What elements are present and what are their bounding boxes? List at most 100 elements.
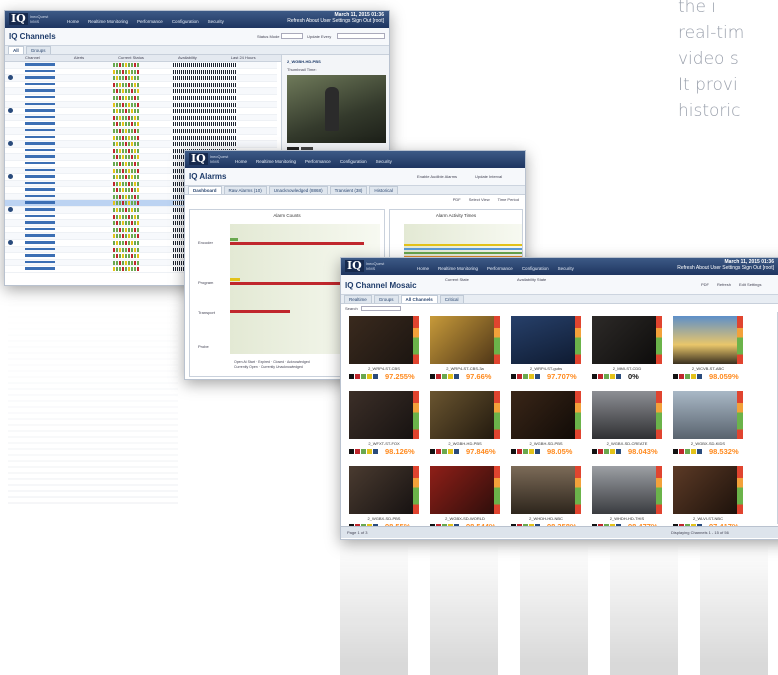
table-row[interactable] [5, 88, 277, 95]
channel-name[interactable] [25, 76, 55, 79]
channel-tile[interactable]: 2_WFXT-ST-FOX 98.126% [349, 391, 419, 456]
table-row[interactable] [5, 101, 277, 109]
table-row[interactable] [5, 114, 277, 122]
search-input[interactable] [360, 306, 401, 311]
sign-out-link[interactable]: Sign Out [root] [352, 18, 384, 24]
tab-groups[interactable]: Groups [25, 46, 51, 54]
channel-name[interactable] [25, 63, 55, 66]
channel-tile[interactable]: 2_WGBX-SD-CREATE 98.043% [592, 391, 662, 456]
refresh-link[interactable]: Refresh [287, 18, 305, 24]
enable-audible-checkbox[interactable]: Enable Audible Alarms [417, 174, 457, 179]
channel-tile[interactable]: 2_WHDH-HD-NBC98.358% [511, 466, 581, 531]
channel-thumbnail[interactable] [673, 391, 743, 439]
channel-tile[interactable]: 2_WGBH-SD-PBS 98.05% [511, 391, 581, 456]
table-row[interactable] [5, 82, 277, 89]
nav-security[interactable]: Security [208, 19, 224, 24]
table-row[interactable] [5, 62, 277, 69]
nav-performance[interactable]: Performance [137, 19, 163, 24]
channel-name[interactable] [25, 181, 55, 185]
channel-tile[interactable]: 2_MMI-ST-CDD 0% [592, 316, 662, 381]
channel-name[interactable] [25, 241, 55, 244]
channel-name[interactable] [25, 148, 55, 152]
status-mode-select[interactable] [281, 33, 303, 39]
tab-historical[interactable]: Historical [369, 186, 398, 194]
channel-name[interactable] [25, 142, 55, 145]
table-row[interactable] [5, 127, 277, 135]
channel-thumbnail[interactable] [430, 316, 500, 364]
channel-name[interactable] [25, 168, 55, 171]
tab-transient[interactable]: Transient (38) [329, 186, 368, 194]
channel-tile[interactable]: 2_WRP4-ST-gubs 97.707% [511, 316, 581, 381]
channel-name[interactable] [25, 161, 55, 165]
channel-thumbnail[interactable] [592, 391, 662, 439]
channel-tile[interactable]: 2_WHDH-HD-THIS98.477% [592, 466, 662, 531]
channel-thumbnail[interactable] [592, 466, 662, 514]
tab-critical[interactable]: Critical [439, 295, 464, 303]
channel-name[interactable] [25, 260, 55, 264]
channel-tile[interactable]: 2_WGBX-SD-WORLD98.544% [430, 466, 500, 531]
nav-realtime[interactable]: Realtime Monitoring [438, 266, 478, 271]
nav-realtime[interactable]: Realtime Monitoring [256, 159, 296, 164]
channel-tile[interactable]: 2_WGBX-SD-PBS98.55% [349, 466, 419, 531]
col-availability[interactable]: Availability [178, 55, 197, 61]
channel-tile[interactable]: 2_WGBX-SD-KIDS 98.532% [673, 391, 743, 456]
channel-tile[interactable]: 2_WGBH-HD-PBS 97.846% [430, 391, 500, 456]
nav-performance[interactable]: Performance [487, 266, 513, 271]
about-link[interactable]: About [696, 265, 709, 271]
channel-name[interactable] [25, 115, 55, 119]
user-settings-link[interactable]: User Settings [320, 18, 350, 24]
channel-thumbnail[interactable] [673, 466, 743, 514]
nav-security[interactable]: Security [558, 266, 574, 271]
channel-name[interactable] [25, 208, 55, 211]
pdf-button[interactable]: PDF [701, 282, 709, 287]
channel-thumbnail[interactable] [511, 466, 581, 514]
update-every-select[interactable] [337, 33, 385, 39]
channel-thumbnail[interactable] [430, 466, 500, 514]
channel-name[interactable] [25, 201, 55, 204]
channel-thumbnail[interactable] [349, 391, 419, 439]
channel-tile[interactable]: 2_WRP4-ST-CBS 97.255% [349, 316, 419, 381]
col-alerts[interactable]: Alerts [74, 55, 84, 61]
table-row[interactable] [5, 69, 277, 76]
channel-thumbnail[interactable] [592, 316, 662, 364]
pager[interactable]: Page 1 of 3 [347, 530, 367, 535]
channel-name[interactable] [25, 175, 55, 178]
tab-dashboard[interactable]: Dashboard [188, 186, 222, 194]
pdf-button[interactable]: PDF [453, 197, 461, 203]
nav-configuration[interactable]: Configuration [172, 19, 199, 24]
channel-thumbnail[interactable] [349, 316, 419, 364]
channel-name[interactable] [25, 135, 55, 139]
channel-name[interactable] [25, 155, 55, 158]
nav-configuration[interactable]: Configuration [522, 266, 549, 271]
channel-name[interactable] [25, 128, 55, 132]
channel-name[interactable] [25, 188, 55, 191]
table-row[interactable] [5, 135, 277, 142]
channel-name[interactable] [25, 214, 55, 218]
nav-security[interactable]: Security [376, 159, 392, 164]
about-link[interactable]: About [306, 18, 319, 24]
col-channel[interactable]: Channel [25, 55, 40, 61]
channel-thumbnail[interactable] [430, 391, 500, 439]
channel-name[interactable] [25, 122, 55, 125]
channel-tile[interactable]: 2_WLVI-ST-NBC97.417% [673, 466, 743, 531]
sign-out-link[interactable]: Sign Out [root] [742, 265, 774, 271]
channel-tile[interactable]: 2_WRP4-ST-CBS-3a 97.66% [430, 316, 500, 381]
table-row[interactable] [5, 95, 277, 102]
channel-name[interactable] [25, 109, 55, 112]
tab-realtime[interactable]: Realtime [344, 295, 372, 303]
channel-thumbnail[interactable] [511, 316, 581, 364]
refresh-link[interactable]: Refresh [677, 265, 695, 271]
channel-thumbnail[interactable] [349, 466, 419, 514]
col-last-24[interactable]: Last 24 Hours [231, 55, 256, 61]
user-settings-link[interactable]: User Settings [710, 265, 740, 271]
table-row[interactable] [5, 141, 277, 148]
channel-name[interactable] [25, 95, 55, 99]
channel-thumbnail[interactable] [673, 316, 743, 364]
channel-name[interactable] [25, 267, 55, 270]
channel-name[interactable] [25, 89, 55, 92]
channel-name[interactable] [25, 234, 55, 237]
channel-name[interactable] [25, 69, 55, 73]
table-row[interactable] [5, 108, 277, 115]
nav-configuration[interactable]: Configuration [340, 159, 367, 164]
edit-settings-button[interactable]: Edit Settings [739, 282, 761, 287]
